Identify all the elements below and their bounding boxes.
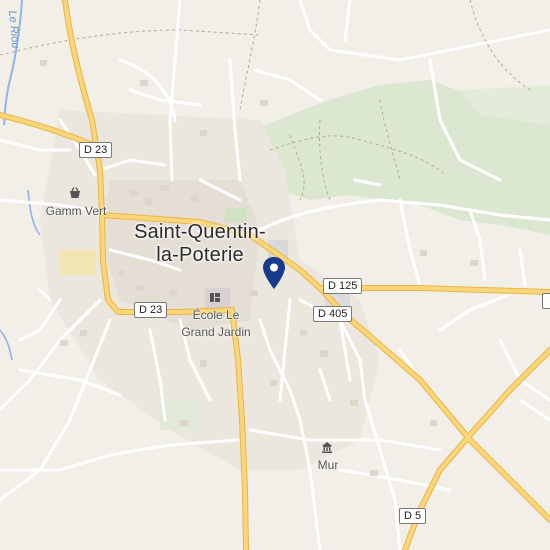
road-shield-d125: D 125 [323,278,363,294]
poi-mur-label[interactable]: Mur [308,457,348,474]
poi-ecole-label[interactable]: École Le Grand Jardin [176,307,256,341]
stream-2 [0,329,13,361]
poi-gamm-vert-label[interactable]: Gamm Vert [40,203,112,220]
map-canvas[interactable]: Le Riou Saint-Quentin- la-Poterie D 23 D… [0,0,550,550]
sports-ground [60,250,95,275]
stream [27,189,41,236]
park [225,208,247,222]
location-pin-icon[interactable] [262,256,286,290]
poi-ecole-label-line2: Grand Jardin [181,325,251,339]
town-label-line1: Saint-Quentin- [134,221,266,243]
monument-icon[interactable] [320,440,334,454]
road-shield-edge [542,293,550,309]
shopping-basket-icon[interactable] [68,186,82,200]
road-shield-d23-south: D 23 [134,302,168,318]
road-shield-d5: D 5 [399,508,427,524]
town-label-line2: la-Poterie [156,244,244,266]
school-icon[interactable] [208,290,222,304]
road-shield-d23-north: D 23 [79,142,113,158]
town-label[interactable]: Saint-Quentin- la-Poterie [128,221,272,267]
road-shield-d405: D 405 [313,306,353,322]
poi-ecole-label-line1: École Le [192,308,240,322]
